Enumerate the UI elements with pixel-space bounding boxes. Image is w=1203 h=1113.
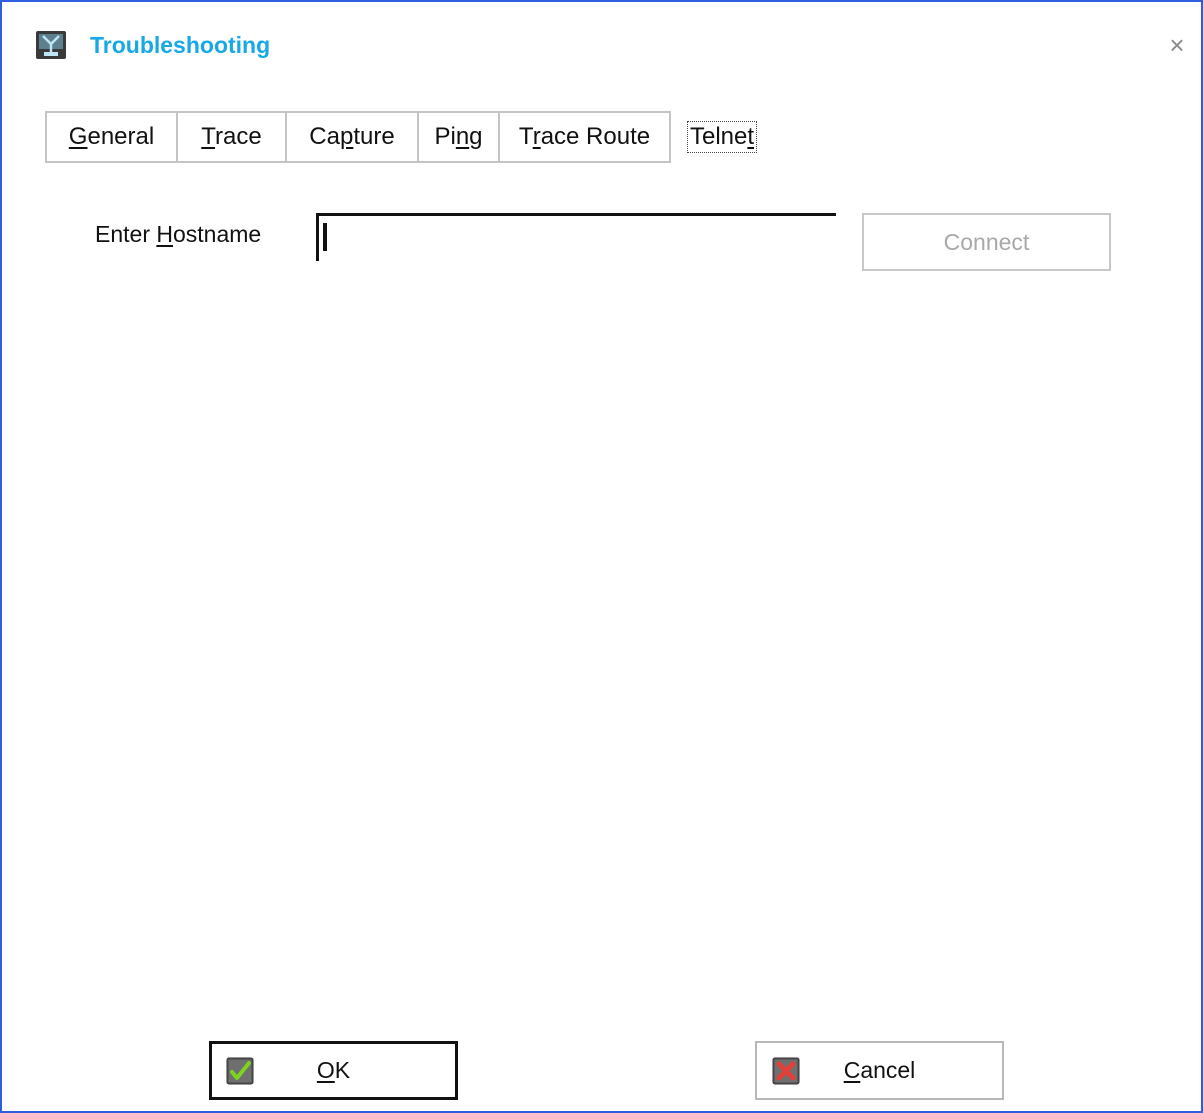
hostname-input[interactable] bbox=[316, 213, 836, 261]
tab-trace-route-label: Trace Route bbox=[518, 123, 651, 150]
tab-telnet[interactable]: Telnet bbox=[683, 111, 761, 163]
tab-ping[interactable]: Ping bbox=[417, 111, 500, 163]
tab-strip: General Trace Capture Ping Trace Route T… bbox=[45, 111, 761, 163]
tab-trace[interactable]: Trace bbox=[176, 111, 287, 163]
tab-telnet-label: Telnet bbox=[686, 121, 758, 153]
network-diagnostic-icon bbox=[36, 31, 66, 59]
tab-capture[interactable]: Capture bbox=[285, 111, 419, 163]
cancel-label: Cancel bbox=[843, 1057, 916, 1083]
tab-trace-route[interactable]: Trace Route bbox=[498, 111, 671, 163]
hostname-label: Enter Hostname bbox=[95, 221, 262, 247]
cancel-button[interactable]: Cancel bbox=[755, 1041, 1004, 1100]
window-title: Troubleshooting bbox=[90, 32, 271, 58]
tab-general[interactable]: General bbox=[45, 111, 178, 163]
tab-general-label: General bbox=[68, 123, 155, 150]
text-caret bbox=[323, 223, 327, 251]
close-button[interactable]: × bbox=[1162, 30, 1192, 60]
tab-capture-label: Capture bbox=[309, 123, 395, 150]
connect-button[interactable]: Connect bbox=[862, 213, 1111, 271]
ok-label: OK bbox=[316, 1057, 351, 1083]
troubleshooting-dialog: Troubleshooting × General Trace Capture … bbox=[0, 0, 1203, 1113]
tab-ping-label: Ping bbox=[434, 123, 483, 150]
ok-button[interactable]: OK bbox=[209, 1041, 458, 1100]
tab-trace-label: Trace bbox=[201, 123, 262, 150]
